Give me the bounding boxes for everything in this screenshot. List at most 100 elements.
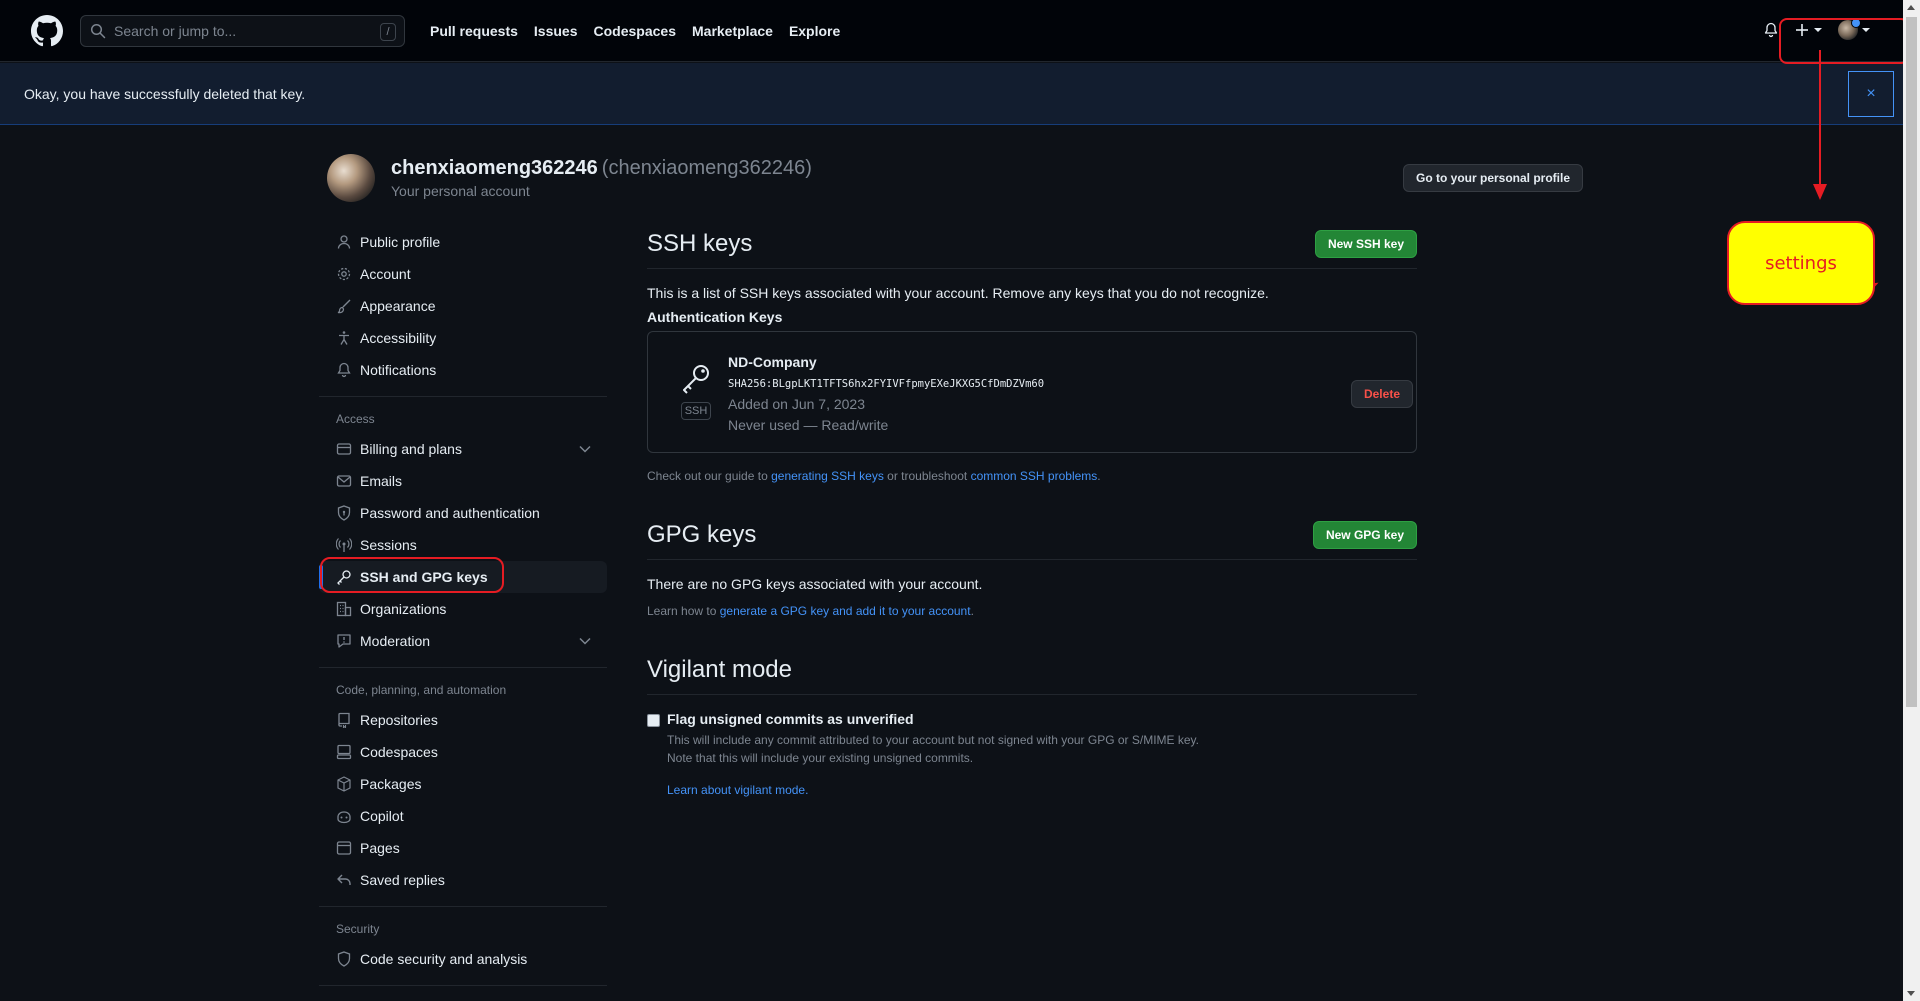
sidebar-item-label: Appearance (360, 298, 436, 314)
sidebar-item-codespaces[interactable]: Codespaces (319, 736, 607, 768)
sidebar-item-label: Password and authentication (360, 505, 540, 521)
annotation-highlight-ssh-item (320, 557, 504, 593)
profile-avatar (327, 154, 375, 202)
sidebar-divider (319, 396, 607, 397)
sidebar-heading-access: Access (336, 412, 375, 426)
vigilant-checkbox-label[interactable]: Flag unsigned commits as unverified (667, 711, 914, 727)
repo-icon (338, 712, 350, 728)
ssh-description: This is a list of SSH keys associated wi… (647, 285, 1269, 301)
settings-callout: settings (1727, 221, 1875, 305)
credit-card-icon (336, 443, 352, 455)
organization-icon (336, 601, 352, 617)
codespaces-icon (336, 744, 352, 760)
guide-suffix: . (1097, 469, 1101, 483)
bell-icon (337, 362, 351, 378)
nav-issues[interactable]: Issues (534, 23, 578, 39)
new-gpg-key-button[interactable]: New GPG key (1312, 521, 1417, 549)
chevron-down-icon[interactable] (579, 445, 591, 453)
search-box[interactable]: Search or jump to... / (80, 15, 405, 47)
vigilant-description: This will include any commit attributed … (667, 731, 1417, 767)
key-added-date: Added on Jun 7, 2023 (728, 396, 866, 412)
sidebar-item-saved-replies[interactable]: Saved replies (319, 864, 607, 896)
profile-name: chenxiaomeng362246 (chenxiaomeng362246) (391, 157, 812, 180)
sidebar-item-public-profile[interactable]: Public profile (319, 226, 607, 258)
settings-sidebar: Public profile Account Appearance Access… (319, 226, 607, 996)
sidebar-item-code-security[interactable]: Code security and analysis (319, 943, 607, 975)
vigilant-section-header: Vigilant mode (647, 652, 1417, 695)
sidebar-item-accessibility[interactable]: Accessibility (319, 322, 607, 354)
sidebar-item-label: Packages (360, 776, 422, 792)
sidebar-item-label: Codespaces (360, 744, 438, 760)
new-ssh-key-button[interactable]: New SSH key (1314, 230, 1417, 258)
sidebar-item-notifications[interactable]: Notifications (319, 354, 607, 386)
sidebar-item-label: Notifications (360, 362, 437, 378)
sidebar-item-billing[interactable]: Billing and plans (319, 433, 607, 465)
sidebar-divider (319, 985, 607, 986)
sidebar-item-appearance[interactable]: Appearance (319, 290, 607, 322)
nav-explore[interactable]: Explore (789, 23, 840, 39)
vigilant-desc-line2: Note that this will include your existin… (667, 751, 974, 765)
scroll-down-icon[interactable] (1907, 991, 1915, 996)
profile-handle: (chenxiaomeng362246) (601, 157, 812, 179)
ssh-section-header: SSH keys New SSH key (647, 226, 1417, 269)
flash-message: Okay, you have successfully deleted that… (24, 86, 306, 102)
go-to-profile-button[interactable]: Go to your personal profile (1403, 164, 1584, 192)
flash-close-button[interactable]: × (1848, 71, 1894, 117)
sidebar-item-pages[interactable]: Pages (319, 832, 607, 864)
generate-gpg-key-link[interactable]: generate a GPG key and add it to your ac… (720, 604, 971, 618)
scrollbar-thumb[interactable] (1906, 17, 1917, 707)
sidebar-item-label: Copilot (360, 808, 404, 824)
broadcast-icon (336, 538, 352, 552)
search-icon (90, 23, 106, 39)
key-fingerprint: SHA256:BLgpLKT1TFTS6hx2FYIVFfpmyEXeJKXG5… (728, 378, 1045, 390)
person-icon (337, 235, 351, 249)
common-ssh-problems-link[interactable]: common SSH problems (971, 469, 1098, 483)
delete-key-button[interactable]: Delete (1350, 380, 1413, 408)
sidebar-item-label: Code security and analysis (360, 951, 528, 967)
sidebar-item-label: Moderation (360, 633, 431, 649)
chevron-down-icon[interactable] (579, 637, 591, 645)
vigilant-checkbox[interactable] (647, 714, 660, 727)
gpg-empty-message: There are no GPG keys associated with yo… (647, 576, 983, 592)
annotation-highlight-header-menu (1779, 18, 1909, 64)
vigilant-learn: Learn about vigilant mode. (667, 783, 1417, 797)
vigilant-checkbox-row: Flag unsigned commits as unverified (647, 711, 1417, 727)
scroll-up-icon[interactable] (1907, 5, 1915, 10)
nav-pull-requests[interactable]: Pull requests (430, 23, 518, 39)
bell-icon[interactable] (1763, 22, 1779, 38)
reply-icon (337, 874, 351, 885)
sidebar-item-emails[interactable]: Emails (319, 465, 607, 497)
sidebar-item-copilot[interactable]: Copilot (319, 800, 607, 832)
close-icon: × (1866, 85, 1876, 102)
generating-ssh-keys-link[interactable]: generating SSH keys (771, 469, 884, 483)
sidebar-divider (319, 667, 607, 668)
scrollbar[interactable] (1903, 0, 1920, 1001)
nav-marketplace[interactable]: Marketplace (692, 23, 773, 39)
shield-lock-icon (337, 505, 351, 521)
accessibility-icon (339, 331, 349, 345)
profile-username: chenxiaomeng362246 (391, 157, 598, 179)
sidebar-item-repositories[interactable]: Repositories (319, 704, 607, 736)
ssh-key-item: SSH ND-Company SHA256:BLgpLKT1TFTS6hx2FY… (647, 331, 1417, 453)
sidebar-item-label: Accessibility (360, 330, 437, 346)
sidebar-item-password[interactable]: Password and authentication (319, 497, 607, 529)
sidebar-item-organizations[interactable]: Organizations (319, 593, 607, 625)
learn-vigilant-mode-link[interactable]: Learn about vigilant mode. (667, 783, 808, 797)
sidebar-item-label: Billing and plans (360, 441, 462, 457)
sidebar-item-label: Organizations (360, 601, 447, 617)
browser-icon (336, 841, 352, 855)
sidebar-item-packages[interactable]: Packages (319, 768, 607, 800)
nav-codespaces[interactable]: Codespaces (594, 23, 676, 39)
sidebar-item-account[interactable]: Account (319, 258, 607, 290)
sidebar-item-moderation[interactable]: Moderation (319, 625, 607, 657)
ssh-guide-note: Check out our guide to generating SSH ke… (647, 469, 1417, 483)
learn-prefix: Learn how to (647, 604, 717, 618)
mail-icon (336, 475, 352, 487)
gpg-section-header: GPG keys New GPG key (647, 517, 1417, 560)
gear-icon (337, 267, 351, 281)
guide-mid: or troubleshoot (887, 469, 968, 483)
callout-text: settings (1765, 252, 1837, 274)
github-logo-icon[interactable] (31, 15, 63, 47)
gpg-learn-note: Learn how to generate a GPG key and add … (647, 604, 1417, 618)
ssh-badge: SSH (681, 402, 711, 420)
